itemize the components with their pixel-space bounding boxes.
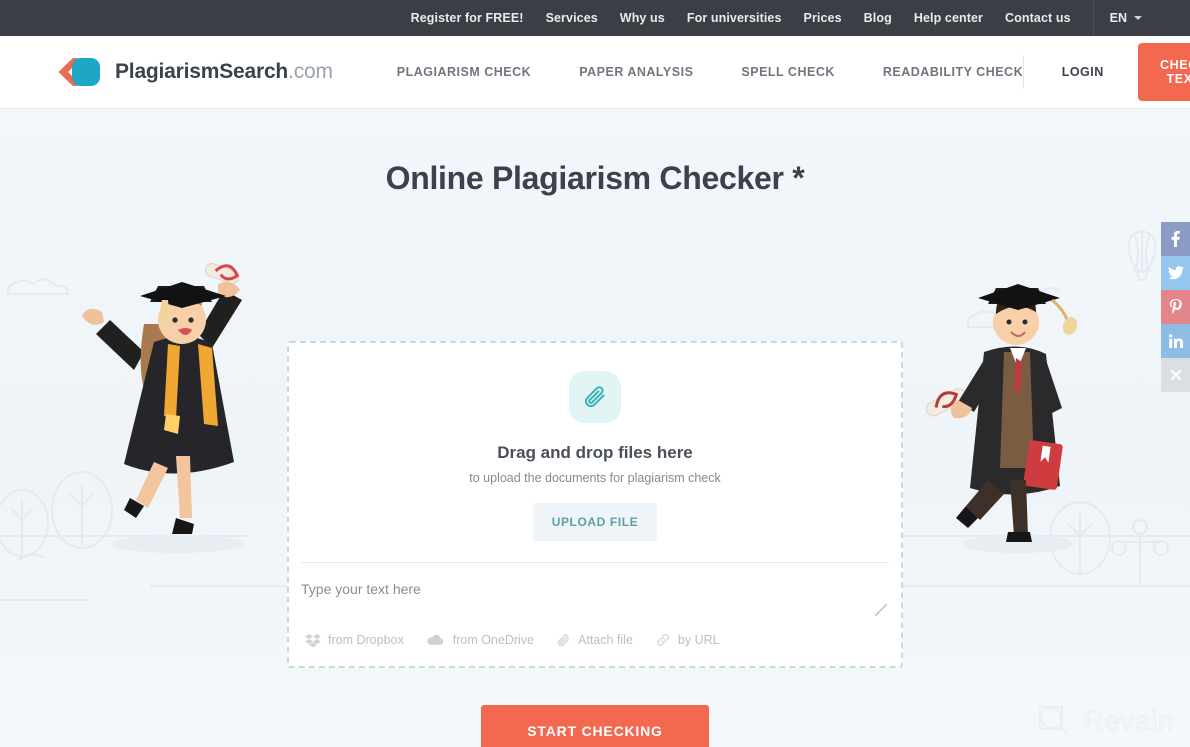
dropzone-subtitle: to upload the documents for plagiarism c… [469, 471, 721, 485]
start-checking-button[interactable]: START CHECKING [481, 705, 709, 747]
upload-button-wrap: UPLOAD FILE [289, 503, 901, 541]
dropzone-title: Drag and drop files here [497, 443, 693, 462]
share-close-button[interactable] [1161, 358, 1190, 392]
top-link-register[interactable]: Register for FREE! [411, 11, 524, 25]
linkedin-icon [1168, 334, 1183, 348]
source-attach-file[interactable]: Attach file [556, 633, 633, 648]
page-title: Online Plagiarism Checker * [385, 160, 805, 196]
source-by-url-label: by URL [677, 633, 720, 647]
divider [1023, 55, 1024, 89]
source-dropbox[interactable]: from Dropbox [305, 632, 404, 648]
nav-plagiarism-check[interactable]: PLAGIARISM CHECK [397, 65, 531, 79]
paperclip-icon [585, 386, 605, 408]
top-link-services[interactable]: Services [546, 11, 598, 25]
dropbox-icon [305, 634, 321, 648]
top-nav-links: Register for FREE! Services Why us For u… [411, 11, 1071, 25]
text-input-area [289, 563, 901, 618]
login-link[interactable]: LOGIN [1062, 65, 1104, 79]
top-utility-bar: Register for FREE! Services Why us For u… [0, 0, 1190, 36]
female-graduate-illustration-icon [82, 263, 244, 553]
share-facebook-button[interactable] [1161, 222, 1190, 256]
nav-paper-analysis[interactable]: PAPER ANALYSIS [579, 65, 693, 79]
check-text-button[interactable]: CHECK TEXT [1137, 43, 1190, 101]
top-link-for-universities[interactable]: For universities [687, 11, 782, 25]
logo-suffix: .com [288, 60, 333, 83]
source-attach-file-label: Attach file [578, 633, 633, 647]
top-link-blog[interactable]: Blog [864, 11, 892, 25]
resize-handle[interactable] [875, 604, 887, 616]
source-by-url[interactable]: by URL [655, 632, 720, 648]
logo-name: PlagiarismSearch [115, 60, 289, 83]
twitter-icon [1167, 266, 1184, 280]
upload-dropzone[interactable]: Drag and drop files here to upload the d… [287, 341, 903, 668]
revain-watermark: Revain [1034, 701, 1174, 741]
source-onedrive[interactable]: from OneDrive [426, 632, 534, 648]
source-onedrive-label: from OneDrive [452, 633, 535, 647]
pinterest-icon [1169, 299, 1182, 314]
onedrive-cloud-icon [426, 634, 443, 645]
male-graduate-illustration-icon [925, 284, 1078, 553]
page-root: Register for FREE! Services Why us For u… [0, 0, 1190, 747]
link-icon [657, 634, 669, 646]
social-share-rail [1161, 222, 1190, 392]
share-linkedin-button[interactable] [1161, 324, 1190, 358]
logo-text: PlagiarismSearch.com [115, 60, 333, 84]
header-actions: LOGIN CHECK TEXT [1023, 43, 1190, 101]
facebook-icon [1171, 231, 1180, 247]
logo-mark-icon [58, 56, 104, 88]
paperclip-badge [569, 371, 621, 423]
top-link-contact-us[interactable]: Contact us [1005, 11, 1071, 25]
paperclip-icon [557, 633, 570, 646]
hero-section: Online Plagiarism Checker * Drag and dro… [0, 108, 1190, 747]
close-icon [1170, 369, 1181, 381]
top-link-why-us[interactable]: Why us [620, 11, 665, 25]
chevron-down-icon [1134, 16, 1142, 20]
main-nav: PLAGIARISM CHECK PAPER ANALYSIS SPELL CH… [397, 65, 1023, 79]
nav-readability-check[interactable]: READABILITY CHECK [883, 65, 1023, 79]
divider [1092, 0, 1094, 36]
source-dropbox-label: from Dropbox [328, 633, 404, 647]
text-input[interactable] [301, 563, 889, 613]
language-selector[interactable]: EN [1110, 11, 1190, 25]
logo[interactable]: PlagiarismSearch.com [58, 56, 333, 88]
upload-file-button[interactable]: UPLOAD FILE [532, 503, 658, 541]
revain-watermark-label: Revain [1083, 705, 1174, 737]
revain-logo-icon [1038, 706, 1069, 736]
nav-spell-check[interactable]: SPELL CHECK [741, 65, 834, 79]
language-label: EN [1109, 11, 1127, 25]
top-link-help-center[interactable]: Help center [914, 11, 983, 25]
share-twitter-button[interactable] [1161, 256, 1190, 290]
top-link-prices[interactable]: Prices [804, 11, 842, 25]
start-button-wrap: START CHECKING [0, 705, 1190, 747]
share-pinterest-button[interactable] [1161, 290, 1190, 324]
file-source-options: from Dropbox from OneDrive Attach file b… [289, 618, 901, 648]
site-header: PlagiarismSearch.com PLAGIARISM CHECK PA… [0, 36, 1190, 108]
